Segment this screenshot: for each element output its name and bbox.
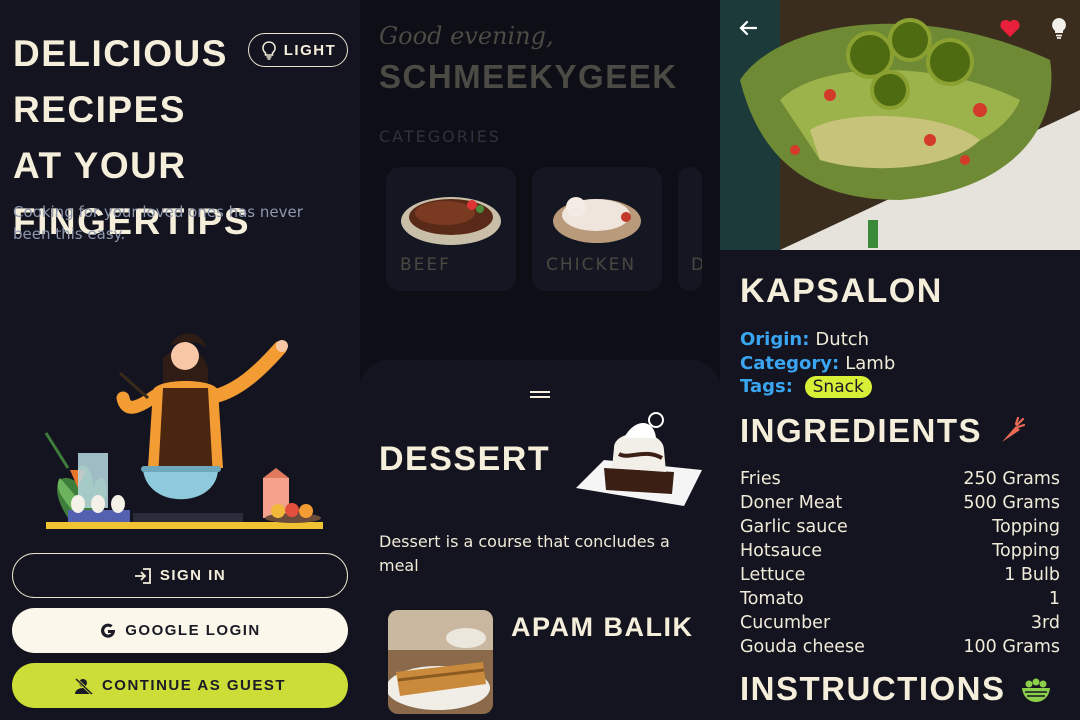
ingredient-amount: 1 — [1048, 589, 1060, 609]
category-card-partial[interactable]: D — [678, 167, 702, 291]
tag-chip[interactable]: Snack — [804, 376, 872, 398]
dessert-image — [576, 412, 702, 506]
recipe-detail-screen: KAPSALON Origin: Dutch Category: Lamb Tags… — [720, 0, 1080, 720]
welcome-screen: Delicious recipes at your fingertips LIG… — [0, 0, 360, 720]
ingredient-amount: Topping — [992, 517, 1060, 537]
category-label: D — [691, 255, 702, 275]
ingredients-list: Fries 250 Grams Doner Meat 500 Grams Garli… — [740, 467, 1060, 659]
chicken-dish-image — [553, 197, 641, 243]
ingredients-heading: INGREDIENTS — [740, 412, 1026, 450]
category-card-beef[interactable]: BEEF — [386, 167, 516, 291]
google-icon — [101, 623, 116, 638]
recipe-origin: Origin: Dutch — [740, 329, 869, 350]
guest-icon — [74, 677, 93, 695]
username-text: SCHMEEKYGEEK — [379, 58, 678, 95]
ingredient-amount: 500 Grams — [963, 493, 1060, 513]
ingredient-amount: 250 Grams — [963, 469, 1060, 489]
instructions-title: INSTRUCTIONS — [740, 670, 1006, 707]
google-login-label: GOOGLE LOGIN — [125, 622, 261, 639]
ingredient-amount: Topping — [992, 541, 1060, 561]
ingredient-name: Gouda cheese — [740, 637, 865, 657]
ingredient-name: Fries — [740, 469, 781, 489]
theme-toggle-label: LIGHT — [283, 41, 337, 59]
sign-in-icon — [134, 567, 151, 584]
ingredient-name: Tomato — [740, 589, 804, 609]
theme-toggle-button[interactable]: LIGHT — [248, 33, 348, 67]
ingredient-name: Cucumber — [740, 613, 831, 633]
continue-as-guest-button[interactable]: CONTINUE AS GUEST — [12, 663, 348, 708]
continue-as-guest-label: CONTINUE AS GUEST — [101, 677, 287, 694]
beef-dish-image — [401, 197, 501, 245]
origin-value: Dutch — [815, 329, 870, 350]
category-value: Lamb — [845, 353, 896, 374]
meal-thumbnail[interactable] — [388, 610, 493, 714]
ingredient-amount: 1 Bulb — [1004, 565, 1060, 585]
ingredient-name: Garlic sauce — [740, 517, 848, 537]
ingredient-row: Doner Meat 500 Grams — [740, 491, 1060, 515]
recipe-hero-image — [720, 0, 1080, 250]
bowl-icon — [1021, 678, 1050, 702]
category-card-chicken[interactable]: CHICKEN — [532, 167, 662, 291]
google-login-button[interactable]: GOOGLE LOGIN — [12, 608, 348, 653]
cooking-woman-illustration — [44, 333, 323, 529]
category-bottom-sheet: DESSERT Dessert is a course that conclud… — [360, 360, 720, 720]
ingredient-amount: 3rd — [1030, 613, 1060, 633]
ingredient-row: Gouda cheese 100 Grams — [740, 635, 1060, 659]
ingredient-row: Hotsauce Topping — [740, 539, 1060, 563]
carrot-icon — [1002, 416, 1026, 442]
sheet-category-description: Dessert is a course that concludes a mea… — [379, 532, 670, 575]
ingredient-amount: 100 Grams — [963, 637, 1060, 657]
heart-icon[interactable] — [998, 16, 1022, 40]
ingredient-row: Fries 250 Grams — [740, 467, 1060, 491]
meal-name[interactable]: APAM BALIK — [511, 612, 693, 643]
ingredient-row: Lettuce 1 Bulb — [740, 563, 1060, 587]
lightbulb-icon[interactable] — [1047, 16, 1071, 40]
ingredient-name: Lettuce — [740, 565, 806, 585]
ingredient-name: Hotsauce — [740, 541, 823, 561]
recipe-title: KAPSALON — [740, 272, 943, 310]
ingredients-title: INGREDIENTS — [740, 412, 983, 449]
sheet-category-title: DESSERT — [379, 440, 551, 478]
category-key: Category: — [740, 353, 840, 374]
home-screen: Good evening, SCHMEEKYGEEK CATEGORIES BE… — [360, 0, 720, 720]
back-arrow-icon[interactable] — [736, 16, 760, 40]
ingredient-row: Garlic sauce Topping — [740, 515, 1060, 539]
greeting-text: Good evening, — [379, 22, 554, 50]
lightbulb-icon — [261, 41, 276, 60]
sheet-drag-handle[interactable] — [530, 391, 550, 398]
category-label: BEEF — [400, 255, 451, 275]
welcome-subtitle: Cooking for your loved ones has never be… — [13, 203, 303, 243]
tags-key: Tags: — [740, 376, 793, 397]
recipe-category: Category: Lamb — [740, 353, 895, 374]
apam-balik-image — [388, 610, 493, 714]
recipe-tags: Tags: Snack — [740, 376, 872, 398]
ingredient-name: Doner Meat — [740, 493, 843, 513]
ingredient-row: Cucumber 3rd — [740, 611, 1060, 635]
categories-heading: CATEGORIES — [379, 127, 501, 146]
origin-key: Origin: — [740, 329, 810, 350]
ingredient-row: Tomato 1 — [740, 587, 1060, 611]
sign-in-button[interactable]: SIGN IN — [12, 553, 348, 598]
sign-in-label: SIGN IN — [159, 567, 227, 584]
instructions-heading: INSTRUCTIONS — [740, 670, 1052, 708]
category-label: CHICKEN — [546, 255, 637, 275]
